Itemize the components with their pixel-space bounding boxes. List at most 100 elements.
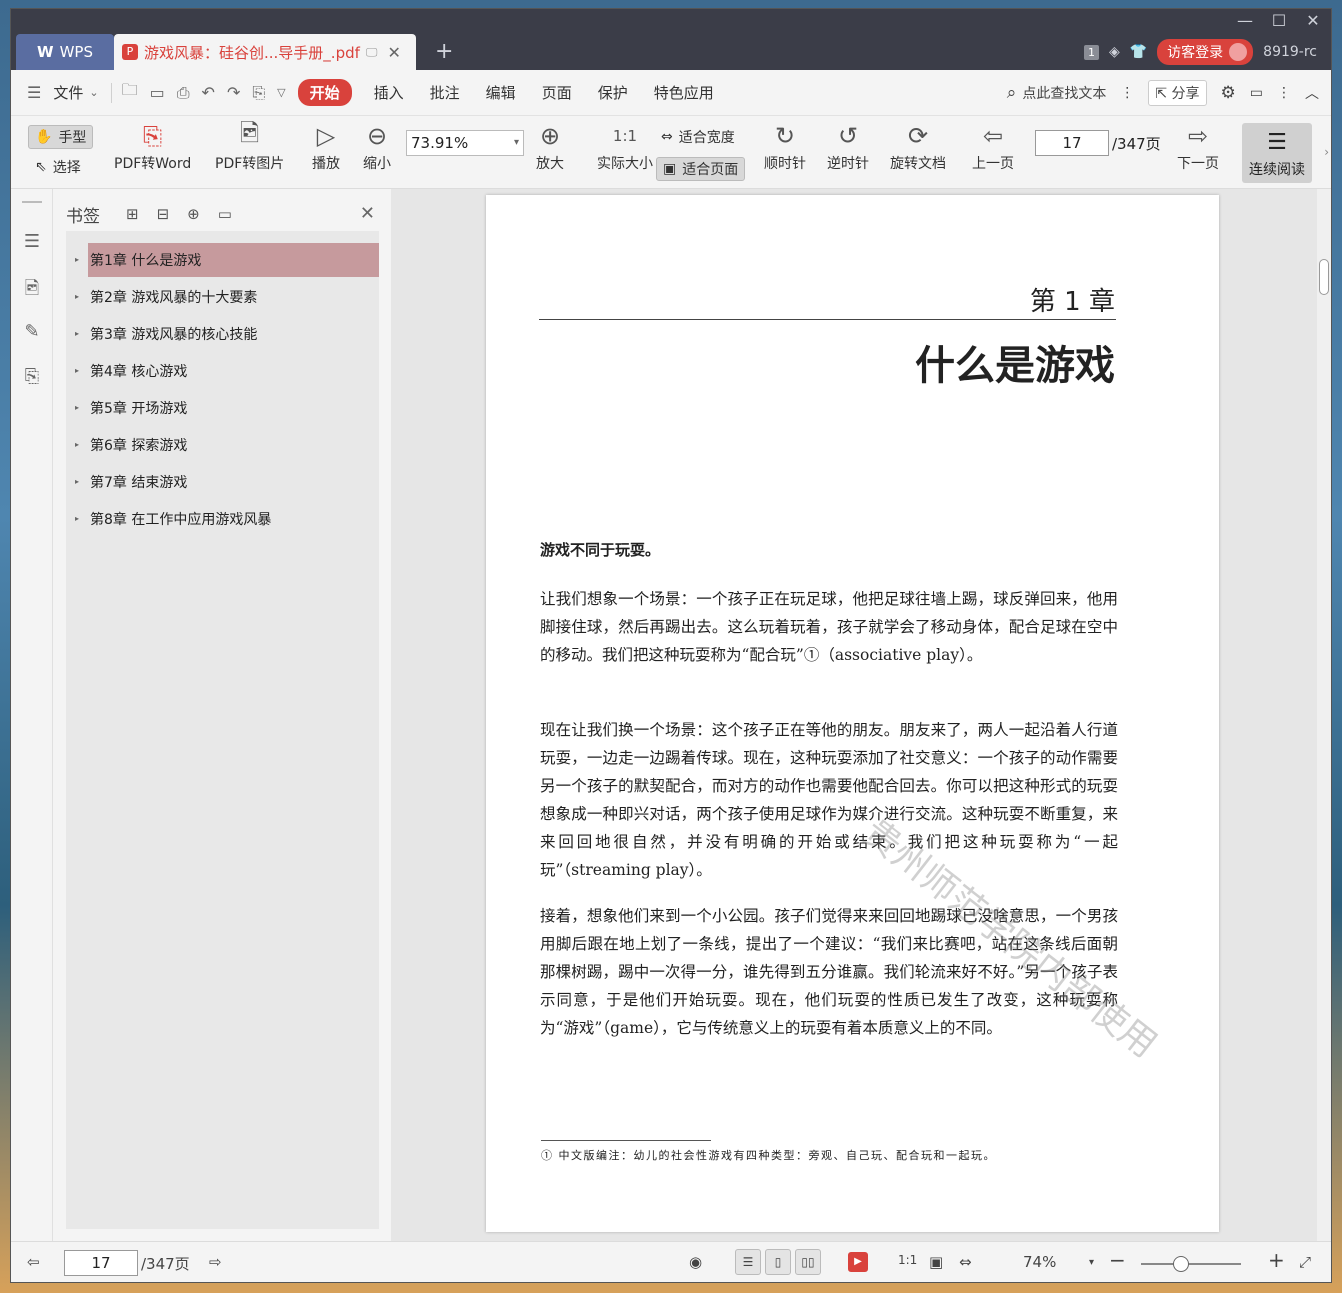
export-icon[interactable]: ⎘ — [252, 83, 265, 103]
open-folder-icon[interactable]: 🗀 — [122, 79, 138, 106]
tab-protect[interactable]: 保护 — [598, 82, 628, 103]
status-prev-page-icon[interactable]: ⇦ — [27, 1253, 40, 1271]
zoom-dropdown-icon[interactable]: ▾ — [1089, 1257, 1094, 1268]
expand-arrow-icon[interactable]: ▸ — [66, 403, 88, 412]
maximize-icon[interactable]: ☐ — [1269, 11, 1289, 30]
tab-wps-home[interactable]: W WPS — [16, 34, 114, 70]
single-page-icon[interactable]: ▯ — [765, 1249, 791, 1275]
expand-arrow-icon[interactable]: ▸ — [66, 366, 88, 375]
actual-size-status-icon[interactable]: 1:1 — [898, 1253, 917, 1267]
continuous-read-button[interactable]: ☰ 连续阅读 — [1242, 123, 1312, 183]
status-next-page-icon[interactable]: ⇨ — [209, 1253, 222, 1271]
comment-icon[interactable]: ▭ — [1250, 85, 1263, 101]
expand-arrow-icon[interactable]: ▸ — [66, 292, 88, 301]
expand-arrow-icon[interactable]: ▸ — [66, 329, 88, 338]
redo-icon[interactable]: ↷ — [227, 83, 240, 102]
pdf-to-image-button[interactable]: 🖻 PDF转图片 — [215, 119, 284, 173]
continuous-view-icon[interactable]: ☰ — [735, 1249, 761, 1275]
more-options-icon[interactable]: ⋮ — [1277, 85, 1291, 101]
bookmark-list-icon[interactable]: ☰ — [22, 231, 42, 252]
attachment-icon[interactable]: ⎘ — [22, 366, 42, 387]
search-text-button[interactable]: 点此查找文本 — [1022, 83, 1106, 103]
zoom-minus-icon[interactable]: − — [1109, 1248, 1126, 1272]
ribbon-scroll-right-icon[interactable]: › — [1324, 145, 1329, 159]
pdf-to-word-button[interactable]: ⎘ PDF转Word — [114, 119, 191, 173]
settings-gear-icon[interactable]: ⚙ — [1221, 83, 1236, 103]
zoom-slider-knob[interactable] — [1173, 1256, 1189, 1272]
actual-size-button[interactable]: 1:1 实际大小 — [597, 119, 653, 173]
search-icon[interactable]: ⌕ — [1007, 83, 1017, 103]
expand-arrow-icon[interactable]: ▸ — [66, 514, 88, 523]
tab-document[interactable]: P 游戏风暴：硅谷创...导手册_.pdf 🖵 ✕ — [114, 34, 416, 70]
scrollbar-thumb[interactable] — [1319, 259, 1329, 295]
zoom-select[interactable]: 73.91% ▾ — [406, 130, 524, 156]
annotation-pen-icon[interactable]: ✎ — [22, 321, 42, 342]
hamburger-icon[interactable]: ☰ — [27, 83, 41, 102]
next-page-button[interactable]: ⇨ 下一页 — [1177, 119, 1219, 173]
fullscreen-icon[interactable]: ⤢ — [1299, 1253, 1311, 1271]
expand-arrow-icon[interactable]: ▸ — [66, 255, 88, 264]
more-dropdown-icon[interactable]: ▽ — [277, 86, 285, 99]
fit-width-status-icon[interactable]: ⇔ — [959, 1253, 972, 1271]
eye-protection-icon[interactable]: ◉ — [689, 1253, 702, 1271]
print-icon[interactable]: ⎙ — [177, 83, 190, 103]
fit-page-button[interactable]: ▣ 适合页面 — [656, 157, 746, 181]
tab-special-apps[interactable]: 特色应用 — [654, 82, 714, 103]
status-page-input[interactable]: 17 — [64, 1250, 138, 1276]
bookmark-item[interactable]: ▸ 第3章 游戏风暴的核心技能 — [66, 315, 379, 352]
fit-page-status-icon[interactable]: ▣ — [929, 1253, 943, 1271]
tab-annotate[interactable]: 批注 — [430, 82, 460, 103]
share-button[interactable]: ⇱ 分享 — [1148, 80, 1207, 106]
monitor-icon[interactable]: 🖵 — [366, 45, 378, 60]
bookmark-item[interactable]: ▸ 第6章 探索游戏 — [66, 426, 379, 463]
zoom-in-button[interactable]: ⊕ 放大 — [536, 119, 564, 173]
select-tool-button[interactable]: ⇖ 选择 — [35, 157, 81, 177]
close-icon[interactable]: ✕ — [1303, 11, 1323, 30]
bookmark-item[interactable]: ▸ 第8章 在工作中应用游戏风暴 — [66, 500, 379, 537]
collapse-all-icon[interactable]: ⊟ — [157, 205, 170, 223]
rotate-document-button[interactable]: ⟳ 旋转文档 — [890, 119, 946, 173]
page-number-input[interactable]: 17 — [1035, 130, 1109, 156]
play-button[interactable]: ▷ 播放 — [312, 119, 340, 173]
bookmark-item[interactable]: ▸ 第1章 什么是游戏 — [66, 241, 379, 278]
bookmark-item[interactable]: ▸ 第4章 核心游戏 — [66, 352, 379, 389]
collapse-ribbon-icon[interactable]: ︿ — [1305, 83, 1319, 103]
chevron-down-icon[interactable]: ▾ — [514, 131, 519, 155]
shirt-icon[interactable]: 👕 — [1130, 44, 1147, 60]
file-menu[interactable]: 文件 — [53, 82, 83, 103]
tab-insert[interactable]: 插入 — [374, 82, 404, 103]
tab-page[interactable]: 页面 — [542, 82, 572, 103]
rotate-counterclockwise-button[interactable]: ↺ 逆时针 — [827, 119, 869, 173]
tab-start[interactable]: 开始 — [297, 79, 352, 106]
window-count-badge[interactable]: 1 — [1083, 44, 1099, 60]
two-page-icon[interactable]: ▯▯ — [795, 1249, 821, 1275]
bookmark-item[interactable]: ▸ 第7章 结束游戏 — [66, 463, 379, 500]
rotate-clockwise-button[interactable]: ↻ 顺时针 — [764, 119, 806, 173]
fit-width-button[interactable]: ⇔ 适合宽度 — [661, 127, 735, 147]
slideshow-play-icon[interactable]: ▶ — [848, 1252, 868, 1272]
vertical-scrollbar[interactable] — [1317, 189, 1331, 1241]
add-bookmark-icon[interactable]: ⊕ — [187, 205, 200, 223]
skin-icon[interactable]: ◈ — [1109, 44, 1120, 60]
minimize-icon[interactable]: — — [1235, 11, 1255, 30]
thumbnail-image-icon[interactable]: 🖻 — [22, 276, 42, 299]
expand-all-icon[interactable]: ⊞ — [126, 205, 139, 223]
document-view[interactable]: 第 1 章 什么是游戏 游戏不同于玩耍。 让我们想象一个场景：一个孩子正在玩足球… — [391, 189, 1319, 1241]
chevron-down-icon[interactable]: ⌄ — [89, 86, 98, 99]
bookmark-item[interactable]: ▸ 第2章 游戏风暴的十大要素 — [66, 278, 379, 315]
more-vertical-icon[interactable]: ⋮ — [1120, 85, 1134, 101]
zoom-out-button[interactable]: ⊖ 缩小 — [363, 119, 391, 173]
expand-arrow-icon[interactable]: ▸ — [66, 477, 88, 486]
bookmark-item[interactable]: ▸ 第5章 开场游戏 — [66, 389, 379, 426]
tab-close-icon[interactable]: ✕ — [387, 43, 400, 62]
visitor-login-button[interactable]: 访客登录 — [1157, 39, 1254, 65]
hand-tool-button[interactable]: ✋ 手型 — [28, 125, 94, 149]
bookmark-options-icon[interactable]: ▭ — [218, 205, 232, 223]
close-panel-icon[interactable]: ✕ — [360, 203, 375, 224]
zoom-slider[interactable] — [1141, 1256, 1241, 1272]
tab-edit[interactable]: 编辑 — [486, 82, 516, 103]
new-tab-button[interactable]: + — [435, 39, 453, 64]
previous-page-button[interactable]: ⇦ 上一页 — [972, 119, 1014, 173]
undo-icon[interactable]: ↶ — [202, 83, 215, 102]
expand-arrow-icon[interactable]: ▸ — [66, 440, 88, 449]
